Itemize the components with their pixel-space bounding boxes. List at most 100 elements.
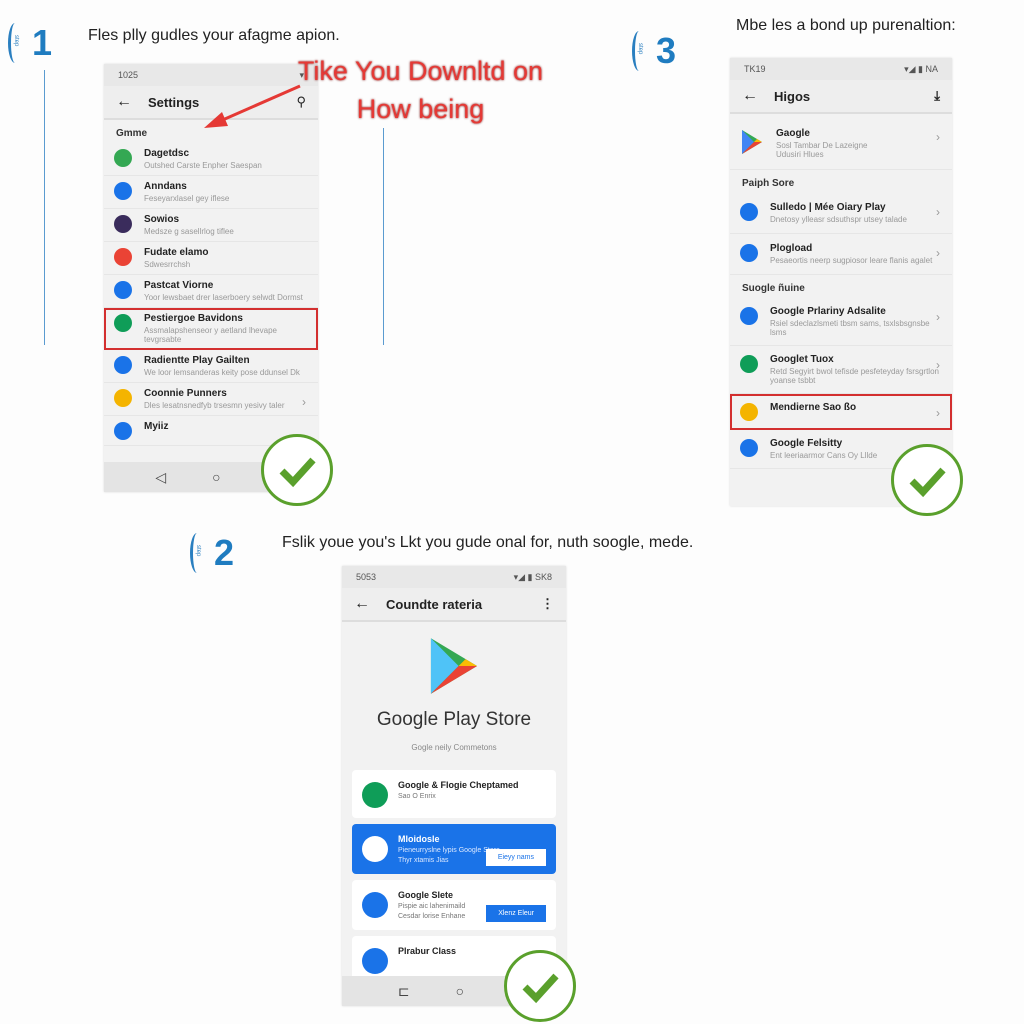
step-bracket-icon: step (632, 31, 646, 71)
item-title: Sulledo | Mée Oiary Play (770, 202, 886, 213)
card-subtitle: Pieneurryslne lypis Google Store (398, 847, 500, 854)
photos-icon (740, 403, 758, 421)
checkmark-icon (504, 950, 576, 1022)
nav-home-icon[interactable]: ○ (212, 469, 220, 485)
divider (383, 128, 384, 345)
step-3-header: step 3 (632, 30, 698, 72)
list-item-google[interactable]: Gaogle Sosl Tambar De Lazeigne Udusiri Hl… (730, 118, 952, 170)
step-1-caption: Fles plly gudles your afagme apion. (88, 27, 340, 44)
item-subtitle: Dles lesatnsnedfyb trsesmn yesivy taler (144, 401, 285, 410)
status-time: 5053 (356, 572, 377, 582)
annotation-text: Tike You Downltd on How being (268, 52, 573, 128)
card-title: Mloidosle (398, 834, 440, 844)
card-subtitle: Pispie aic lahenimaild (398, 903, 466, 910)
download-icon[interactable]: ⤓ (934, 88, 940, 104)
card-subtitle-2: Cesdar lorise Enhane (398, 913, 466, 920)
item-text: Plogload Pesaeortis neerp sugpiosor leare… (770, 243, 932, 265)
play-store-icon (114, 149, 132, 167)
nav-back-icon[interactable]: ◁ (155, 469, 166, 486)
list-item[interactable]: Pastcat Viorne Yoor lewsbaet drer laserbo… (104, 275, 318, 308)
item-text: Pastcat Viorne Yoor lewsbaet drer laserbo… (144, 280, 303, 302)
card-title: Plrabur Class (398, 946, 457, 956)
stamp-icon (362, 782, 388, 808)
item-text: Mendierne Sao ßo (770, 402, 856, 413)
checkmark-icon (891, 444, 963, 516)
status-time: 1025 (118, 70, 139, 80)
card-item[interactable]: Mloidosle Pieneurryslne lypis Google Stor… (352, 824, 556, 874)
item-title: Sowios (144, 214, 180, 225)
accessibility-icon (114, 356, 132, 374)
item-title: Pestiergoe Bavidons (144, 313, 243, 324)
annotation-line-1: Tike You Downltd on (297, 56, 544, 86)
card-item[interactable]: Google Slete Pispie aic lahenimaild Cesdar… (352, 880, 556, 930)
bolt-icon (114, 389, 132, 407)
item-title: Pastcat Viorne (144, 280, 214, 291)
section-header: Suogle ñuine (742, 283, 805, 294)
item-title: Radientte Play Gailten (144, 355, 250, 366)
item-subtitle: Sosl Tambar De Lazeigne Udusiri Hlues (776, 141, 868, 159)
chevron-right-icon: › (936, 406, 940, 420)
card-subtitle: Sao O Enrix (398, 793, 436, 800)
status-time: TK19 (744, 64, 766, 74)
app-bar-title: Higos (774, 88, 811, 104)
app-subtitle: Gogle neily Commetons (411, 743, 497, 752)
calendar-icon (362, 836, 388, 862)
back-arrow-icon[interactable]: ← (116, 93, 132, 111)
play-store-logo-icon (430, 638, 478, 694)
item-text: Dagetdsc Outshed Carste Enpher Saespan (144, 148, 262, 170)
item-text: Coonnie Punners Dles lesatnsnedfyb trsesm… (144, 388, 285, 410)
download-icon (740, 244, 758, 262)
back-arrow-icon[interactable]: ← (354, 595, 370, 613)
card-title: Google Slete (398, 890, 454, 900)
status-icons: ▾◢ ▮ SK8 (513, 571, 552, 582)
more-vert-icon[interactable]: ⋮ (541, 596, 554, 612)
step-1-header: step 1 (8, 22, 74, 64)
item-text: Myiiz (144, 421, 168, 432)
card-action-button[interactable]: Eieyy nams (485, 849, 546, 866)
item-title: Google Felsitty (770, 438, 843, 449)
phone-play-store-screen: 5053 ▾◢ ▮ SK8 ← Coundte rateria ⋮ Google … (342, 566, 566, 1006)
item-title: Anndans (144, 181, 187, 192)
item-subtitle: Assmalapshenseor y aetland lhevape tevgr… (144, 326, 277, 344)
item-title: Coonnie Punners (144, 388, 227, 399)
chevron-right-icon: › (936, 246, 940, 260)
nav-home-icon[interactable]: ○ (456, 983, 464, 999)
phone-icon (740, 439, 758, 457)
app-header: Google Play Store Gogle neily Commetons (342, 622, 566, 752)
list-item[interactable]: Coonnie Punners Dles lesatnsnedfyb trsesm… (104, 383, 318, 416)
item-title: Myiiz (144, 421, 169, 432)
list-item[interactable]: Mendierne Sao ßo › (730, 394, 952, 430)
item-subtitle: Sdwesrrchsh (144, 260, 191, 269)
list-icon (362, 892, 388, 918)
step-bracket-icon: step (190, 533, 204, 573)
back-arrow-icon[interactable]: ← (742, 87, 758, 105)
nav-recents-icon[interactable]: ⊏ (398, 983, 410, 1000)
list-item[interactable]: Pestiergoe Bavidons Assmalapshenseor y ae… (104, 308, 318, 350)
item-subtitle: Yoor lewsbaet drer laserboery selwdt Dor… (144, 293, 303, 302)
item-text: Google Prlariny Adsalite Rsiel sdeclazlsm… (770, 306, 942, 337)
list-item[interactable]: Fudate elamo Sdwesrrchsh (104, 242, 318, 275)
person-app-icon (114, 422, 132, 440)
list-item[interactable]: Sulledo | Mée Oiary Play Dnetosy ylleasr … (730, 193, 952, 234)
item-subtitle: Rsiel sdeclazlsmeti tbsm sams, tsxlsbsgn… (770, 319, 930, 337)
list-item[interactable]: Anndans Feseyarxlasel gey iflese (104, 176, 318, 209)
item-title: Dagetdsc (144, 148, 190, 159)
step-number: 2 (214, 532, 235, 573)
app-bar: ← Coundte rateria ⋮ (342, 588, 566, 622)
item-title: Gaogle (776, 128, 810, 139)
card-action-button[interactable]: Xlenz Eleur (486, 905, 546, 922)
item-text: Fudate elamo Sdwesrrchsh (144, 247, 208, 269)
card-item[interactable]: Google & Flogie Cheptamed Sao O Enrix (352, 770, 556, 818)
item-subtitle: Medsze g sasellrlog tiflee (144, 227, 234, 236)
list-item[interactable]: Google Prlariny Adsalite Rsiel sdeclazlsm… (730, 298, 952, 346)
galaxy-app-icon (114, 215, 132, 233)
item-text: Sulledo | Mée Oiary Play Dnetosy ylleasr … (770, 202, 907, 224)
list-item[interactable]: Radientte Play Gailten We loor lemsandera… (104, 350, 318, 383)
list-item[interactable]: Dagetdsc Outshed Carste Enpher Saespan (104, 143, 318, 176)
list-item[interactable]: Sowios Medsze g sasellrlog tiflee (104, 209, 318, 242)
list-item[interactable]: Googlet Tuox Retd Segyirt bwol tefisde pe… (730, 346, 952, 394)
item-text: Radientte Play Gailten We loor lemsandera… (144, 355, 300, 377)
item-title: Fudate elamo (144, 247, 209, 258)
list-item[interactable]: Plogload Pesaeortis neerp sugpiosor leare… (730, 234, 952, 275)
app-name: Google Play Store (376, 709, 532, 730)
